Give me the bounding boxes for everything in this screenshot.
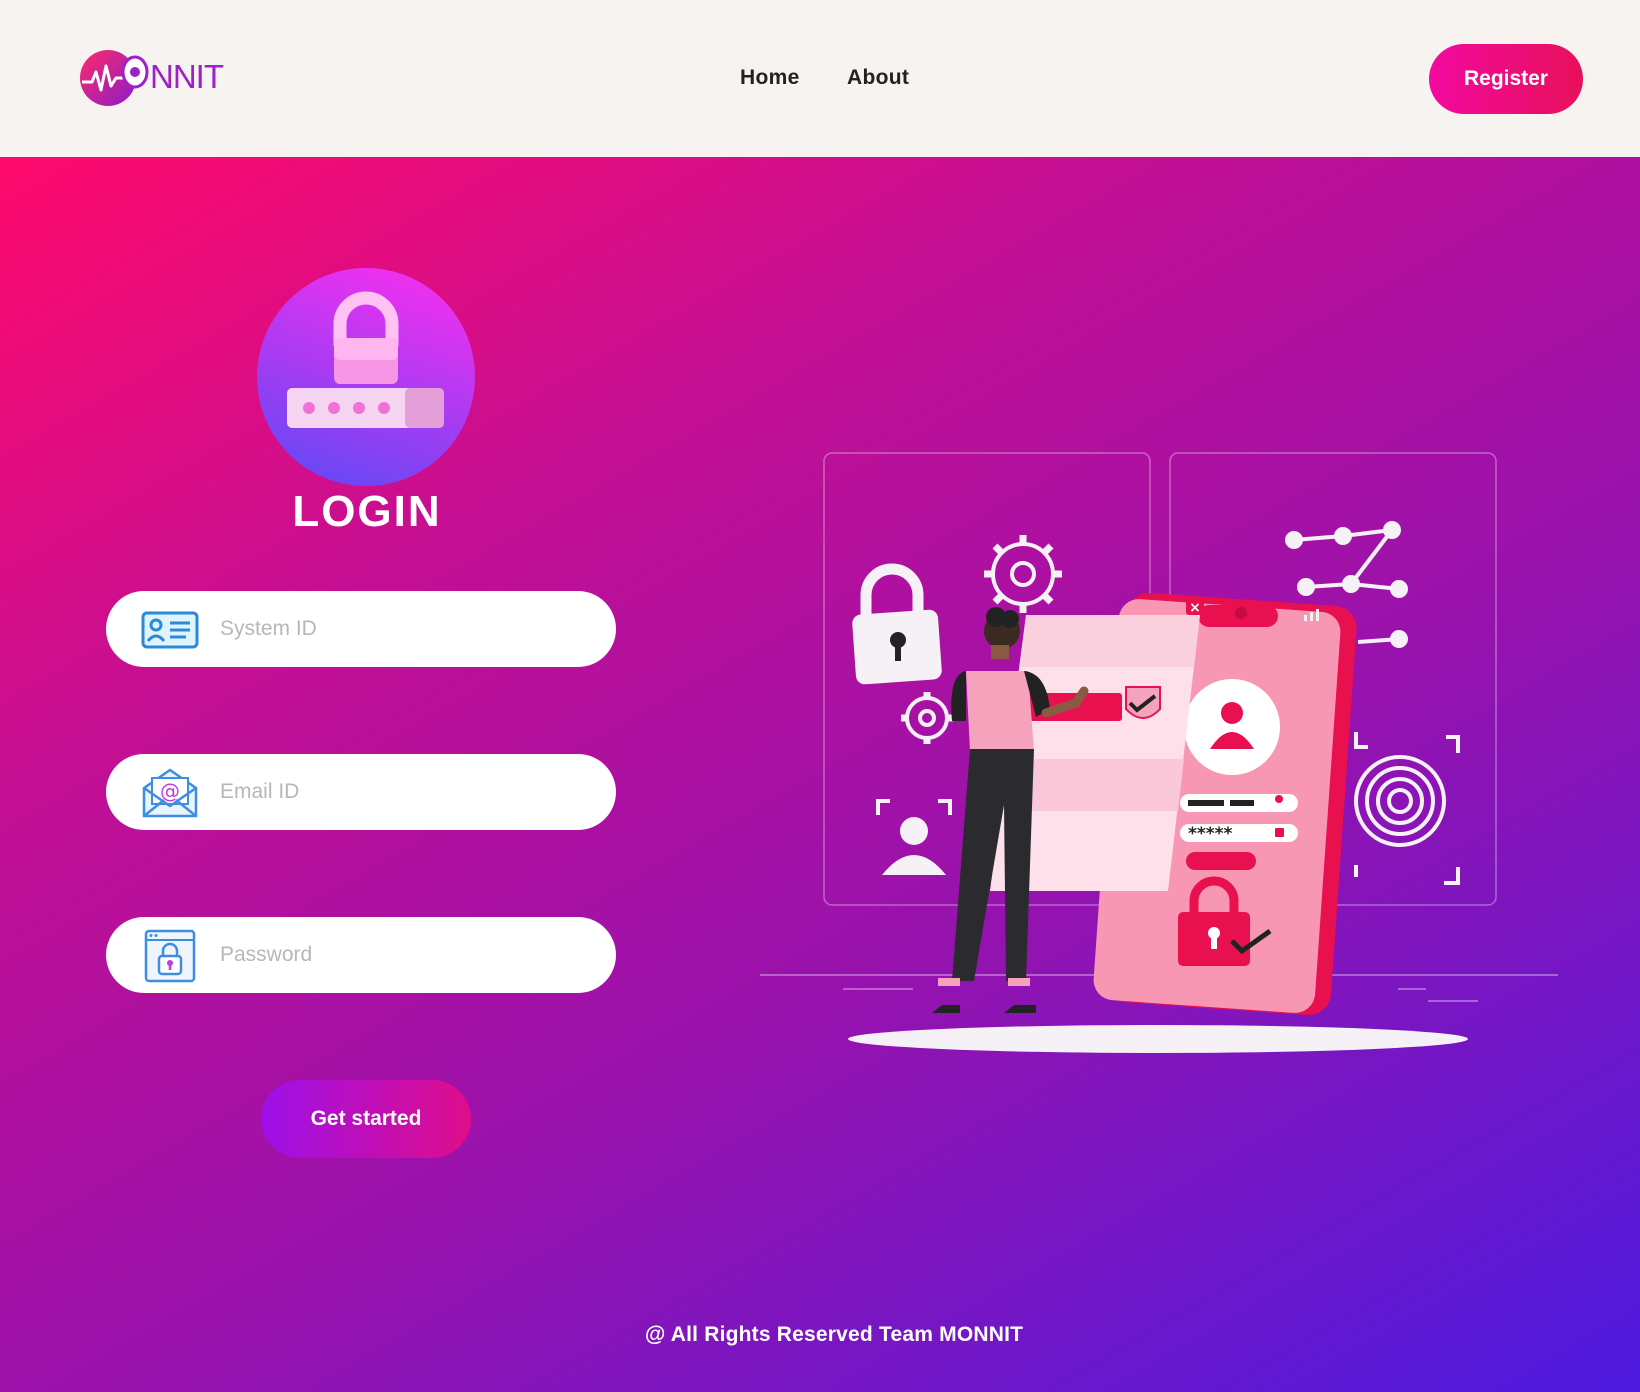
logo-text: NNIT: [150, 58, 224, 95]
svg-text:×: ×: [1189, 600, 1201, 616]
password-input[interactable]: [220, 917, 590, 993]
monnit-logo[interactable]: NNIT: [80, 48, 230, 114]
email-id-input[interactable]: [220, 754, 590, 830]
security-illustration: × *****: [758, 447, 1568, 1067]
login-section: LOGIN @: [0, 157, 1640, 1392]
login-security-illustration-icon: × *****: [760, 452, 1558, 1053]
email-id-field[interactable]: @: [106, 754, 616, 830]
password-field[interactable]: [106, 917, 616, 993]
nav-about-link[interactable]: About: [847, 66, 909, 90]
header: NNIT Home About Register: [0, 0, 1640, 157]
system-id-field[interactable]: [106, 591, 616, 667]
login-title: LOGIN: [292, 487, 442, 536]
id-card-icon: [140, 603, 200, 657]
login-lock-badge: [257, 268, 475, 486]
svg-text:*****: *****: [1188, 824, 1233, 844]
footer-text: @ All Rights Reserved Team MONNIT: [644, 1323, 1024, 1346]
email-icon: @: [140, 766, 200, 820]
padlock-password-icon: [287, 291, 444, 428]
get-started-button[interactable]: Get started: [261, 1080, 471, 1158]
register-button[interactable]: Register: [1429, 44, 1583, 114]
password-lock-icon: [140, 929, 200, 983]
system-id-input[interactable]: [220, 591, 590, 667]
nav-home-link[interactable]: Home: [740, 66, 800, 90]
logo-mark-icon: [80, 50, 149, 106]
